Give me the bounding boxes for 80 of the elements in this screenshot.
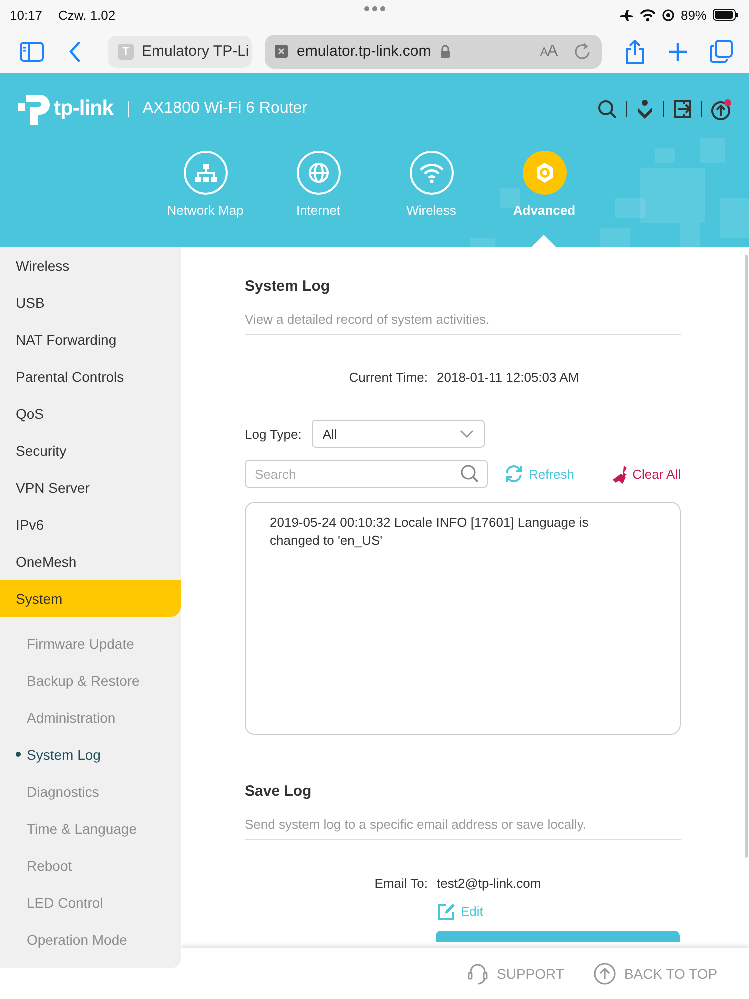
globe-icon <box>296 151 340 195</box>
search-field[interactable]: Search <box>245 460 488 488</box>
sidebar-item[interactable]: VPN Server <box>0 469 181 506</box>
firmware-upgrade-icon[interactable] <box>711 98 732 120</box>
submenu-item[interactable]: Reboot <box>0 847 181 884</box>
url-text: emulator.tp-link.com <box>297 43 432 60</box>
sidebar-item[interactable]: Security <box>0 432 181 469</box>
battery-icon <box>713 9 739 21</box>
back-icon[interactable] <box>69 42 81 62</box>
sidebar-item[interactable]: OneMesh <box>0 543 181 580</box>
headset-icon <box>467 962 489 985</box>
sidebar-item[interactable]: QoS <box>0 395 181 432</box>
section-description: View a detailed record of system activities. <box>245 312 681 335</box>
edit-link[interactable]: Edit <box>437 902 484 920</box>
close-tab-icon[interactable] <box>275 45 288 58</box>
address-bar[interactable]: emulator.tp-link.com AA <box>265 34 602 68</box>
back-to-top-link[interactable]: BACK TO TOP <box>594 962 718 984</box>
download-icon[interactable] <box>636 100 654 118</box>
lock-icon <box>440 45 452 58</box>
log-type-dropdown[interactable]: All <box>312 420 485 448</box>
wifi-icon <box>410 151 454 195</box>
field-label: Current Time: <box>348 370 428 385</box>
tab-title: Emulatory TP-Li <box>142 43 250 60</box>
sidebar-item[interactable]: Parental Controls <box>0 358 181 395</box>
submenu-item[interactable]: Backup & Restore <box>0 662 181 699</box>
orientation-lock-icon <box>662 8 675 22</box>
logout-icon[interactable] <box>673 99 692 119</box>
submenu-item[interactable]: Administration <box>0 699 181 736</box>
text-size-button[interactable]: AA <box>540 42 557 60</box>
battery-percent: 89% <box>680 8 707 22</box>
sidebar-item[interactable]: IPv6 <box>0 506 181 543</box>
sidebar-item[interactable]: Wireless <box>0 247 181 284</box>
log-entry: 2019-05-24 00:10:32 Locale INFO [17601] Language is changed to 'en_US' <box>270 514 590 550</box>
arrow-up-icon <box>594 962 616 984</box>
submenu-item[interactable]: System Log <box>0 736 181 773</box>
section-title: Save Log <box>245 783 313 800</box>
share-icon[interactable] <box>624 40 646 64</box>
broom-icon <box>612 464 628 484</box>
chevron-down-icon <box>460 430 474 438</box>
submenu-item[interactable]: Operation Mode <box>0 921 181 958</box>
active-tab-pointer <box>532 235 556 247</box>
nav-tab[interactable]: Wireless <box>375 145 488 218</box>
logo-icon <box>17 92 51 126</box>
nav-tab[interactable]: Internet <box>262 145 375 218</box>
nav-tab[interactable]: Advanced <box>488 145 601 218</box>
refresh-link[interactable]: Refresh <box>504 464 575 484</box>
sidebar-toggle-icon[interactable] <box>20 42 44 62</box>
tabs-overview-icon[interactable] <box>710 40 733 63</box>
gear-icon <box>522 151 566 195</box>
clock-time: 10:17 <box>10 8 43 22</box>
email-value: test2@tp-link.com <box>437 876 542 891</box>
section-title: System Log <box>245 278 332 295</box>
nav-tab[interactable]: Network Map <box>149 145 262 218</box>
brand-name: tp-link <box>54 97 114 121</box>
submenu-item[interactable]: Time & Language <box>0 810 181 847</box>
airplane-icon <box>618 8 634 22</box>
field-label: Email To: <box>374 876 428 891</box>
network-icon <box>184 151 228 195</box>
search-icon[interactable] <box>598 100 617 118</box>
search-icon[interactable] <box>461 465 479 483</box>
section-description: Send system log to a specific email address or save locally. <box>245 817 681 840</box>
status-date: Czw. 1.02 <box>58 8 116 22</box>
new-tab-icon[interactable] <box>668 42 688 62</box>
current-time-value: 2018-01-11 12:05:03 AM <box>437 370 580 385</box>
support-link[interactable]: SUPPORT <box>467 962 564 985</box>
field-label: Log Type: <box>245 426 302 442</box>
submenu-item[interactable]: LED Control <box>0 884 181 921</box>
sidebar-item[interactable]: System <box>0 580 181 617</box>
clear-all-link[interactable]: Clear All <box>612 464 681 484</box>
sidebar-item[interactable]: USB <box>0 284 181 321</box>
submenu-item[interactable]: Diagnostics <box>0 773 181 810</box>
more-dots-icon[interactable] <box>364 6 386 12</box>
reload-icon[interactable] <box>574 42 592 60</box>
sidebar-item[interactable]: NAT Forwarding <box>0 321 181 358</box>
submenu-item[interactable]: Firmware Update <box>0 625 181 662</box>
separator: | <box>126 99 131 119</box>
wifi-icon <box>640 8 656 22</box>
router-model: AX1800 Wi-Fi 6 Router <box>142 100 308 118</box>
edit-icon <box>437 902 456 920</box>
refresh-icon <box>504 464 524 484</box>
